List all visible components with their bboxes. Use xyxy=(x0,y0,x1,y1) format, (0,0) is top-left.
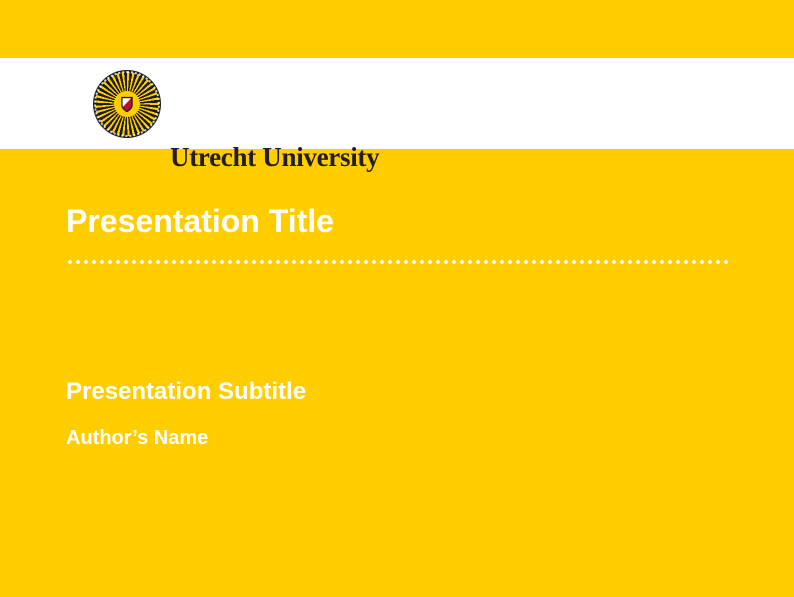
title-slide: Utrecht University Presentation Title Pr… xyxy=(0,0,794,597)
utrecht-shield-icon xyxy=(120,96,134,113)
university-wordmark: Utrecht University xyxy=(170,144,379,171)
dotted-divider xyxy=(66,259,728,265)
author-name: Author’s Name xyxy=(66,428,208,448)
presentation-title: Presentation Title xyxy=(66,205,334,237)
header-band: Utrecht University xyxy=(0,58,794,149)
presentation-subtitle: Presentation Subtitle xyxy=(66,380,306,404)
university-seal-icon xyxy=(93,70,161,138)
seal-center xyxy=(114,91,140,117)
